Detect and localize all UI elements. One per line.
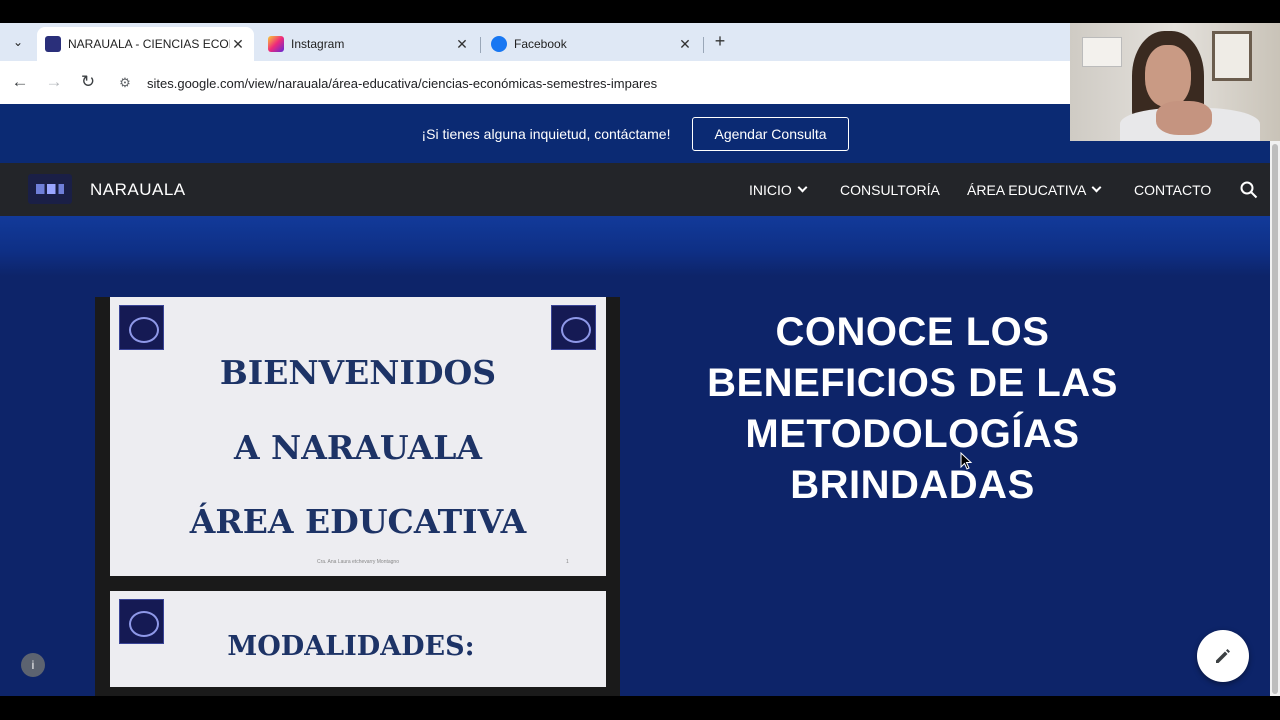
screen: ⌄ NARAUALA - CIENCIAS ECONÓ ✕ Instagram …: [0, 0, 1280, 720]
nav-item-consultoria[interactable]: CONSULTORÍA: [840, 182, 940, 198]
info-icon[interactable]: i: [21, 653, 45, 677]
page-headline: CONOCE LOS BENEFICIOS DE LAS METODOLOGÍA…: [707, 310, 1118, 507]
webcam-wall-paper: [1082, 37, 1122, 67]
page-scrollbar[interactable]: [1270, 140, 1280, 696]
scrollbar-thumb[interactable]: [1272, 144, 1278, 694]
close-tab-icon[interactable]: ✕: [677, 36, 693, 53]
nav-item-label: INICIO: [749, 182, 792, 198]
tab-narauala[interactable]: NARAUALA - CIENCIAS ECONÓ ✕: [37, 27, 254, 61]
slide-title-line: A NARAUALA: [233, 428, 483, 467]
url-text: sites.google.com/view/narauala/área-educ…: [147, 75, 658, 91]
tab-separator: [703, 37, 704, 53]
close-tab-icon[interactable]: ✕: [230, 36, 246, 53]
nav-item-area-educativa[interactable]: ÁREA EDUCATIVA: [967, 182, 1102, 198]
close-tab-icon[interactable]: ✕: [454, 36, 470, 53]
slide-title-line: ÁREA EDUCATIVA: [189, 502, 527, 541]
tab-title: NARAUALA - CIENCIAS ECONÓ: [68, 37, 230, 51]
tab-title: Instagram: [291, 37, 345, 51]
nav-item-label: ÁREA EDUCATIVA: [967, 182, 1087, 198]
new-tab-plus-icon[interactable]: +: [710, 30, 730, 52]
slide-footer: Cra. Ana Laura etchevarry Montagno: [317, 559, 399, 565]
webcam-person-face: [1145, 45, 1191, 107]
pencil-icon: [1216, 649, 1230, 663]
nav-item-contacto[interactable]: CONTACTO: [1134, 182, 1211, 198]
slide-page-number: 1: [566, 559, 569, 565]
tab-instagram[interactable]: Instagram ✕: [260, 27, 478, 61]
edit-button[interactable]: [1197, 630, 1249, 682]
facebook-icon: [491, 36, 507, 52]
webcam-person-hands: [1156, 101, 1212, 135]
site-logo[interactable]: [28, 174, 72, 204]
site-navigation: NARAUALA INICIO CONSULTORÍA ÁREA EDUCATI…: [0, 163, 1270, 216]
forward-arrow-icon[interactable]: →: [43, 71, 65, 93]
chevron-down-icon[interactable]: [1091, 182, 1102, 193]
web-page: ¡Si tienes alguna inquietud, contáctame!…: [0, 104, 1270, 696]
tab-separator: [480, 37, 481, 53]
nav-item-label: CONTACTO: [1134, 182, 1212, 198]
webcam-wall-frame: [1212, 31, 1252, 81]
mouse-cursor-icon: [960, 452, 973, 470]
slide-title-line: BIENVENIDOS: [219, 353, 497, 392]
address-bar[interactable]: ⚙ sites.google.com/view/narauala/área-ed…: [112, 67, 1072, 99]
slide-title: MODALIDADES:: [227, 631, 475, 662]
webcam-overlay: [1070, 23, 1280, 141]
hero-strip: [0, 216, 1270, 276]
tab-search-dropdown-icon[interactable]: ⌄: [6, 31, 30, 53]
chevron-down-icon[interactable]: [797, 182, 808, 193]
instagram-icon: [268, 36, 284, 52]
site-settings-icon[interactable]: ⚙: [112, 75, 138, 91]
tab-title: Facebook: [514, 37, 567, 51]
tab-facebook[interactable]: Facebook ✕: [483, 27, 701, 61]
nav-item-inicio[interactable]: INICIO: [749, 182, 808, 198]
reload-icon[interactable]: ↻: [77, 71, 99, 93]
site-name[interactable]: NARAUALA: [90, 180, 186, 200]
slide-1: BIENVENIDOS A NARAUALA ÁREA EDUCATIVA Cr…: [110, 297, 606, 576]
nav-item-label: CONSULTORÍA: [840, 182, 940, 198]
back-arrow-icon[interactable]: ←: [9, 71, 31, 93]
slide-logo: [551, 305, 596, 350]
narauala-favicon-icon: [45, 36, 61, 52]
slide-logo: [119, 305, 164, 350]
schedule-consult-button[interactable]: Agendar Consulta: [692, 116, 849, 151]
embedded-slides-viewer[interactable]: BIENVENIDOS A NARAUALA ÁREA EDUCATIVA Cr…: [95, 297, 620, 696]
banner-text: ¡Si tienes alguna inquietud, contáctame!: [421, 125, 671, 142]
search-icon[interactable]: [1240, 181, 1258, 199]
slide-2: MODALIDADES:: [110, 591, 606, 687]
